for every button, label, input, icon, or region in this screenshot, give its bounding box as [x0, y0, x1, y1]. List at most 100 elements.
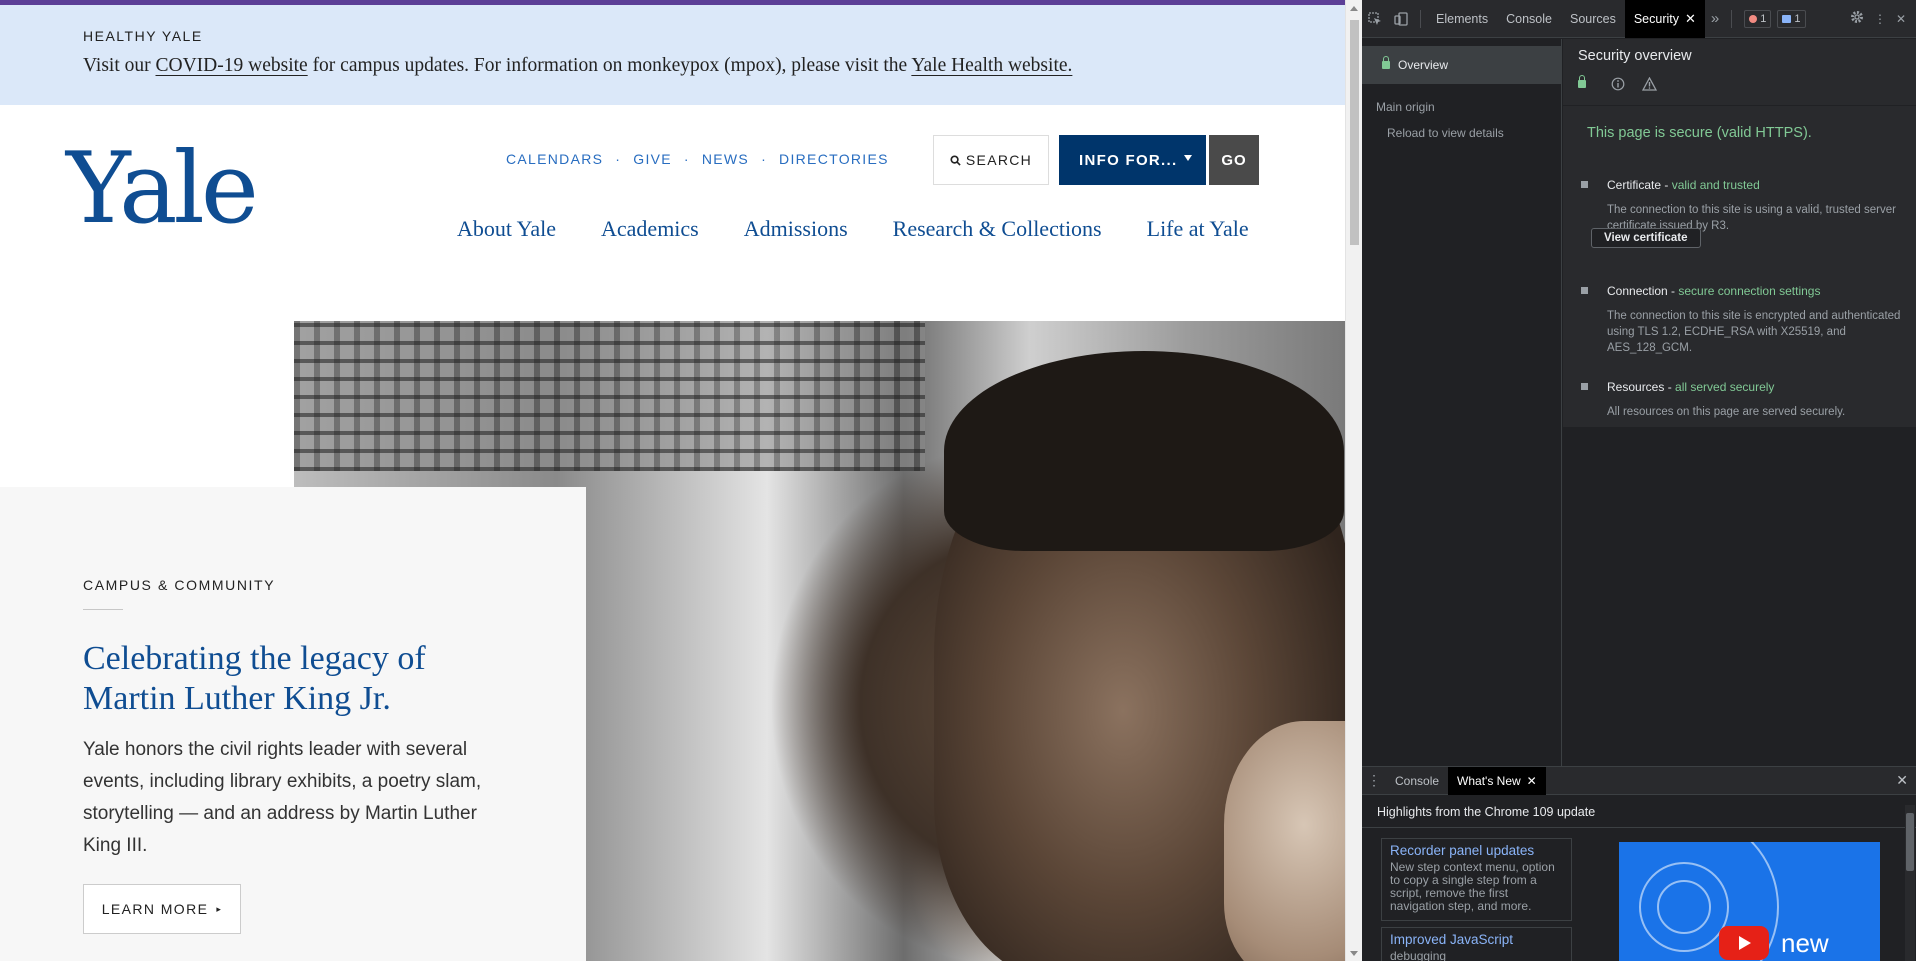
close-icon[interactable]: ✕: [1527, 774, 1537, 788]
overview-label: Overview: [1398, 58, 1449, 72]
feature-title[interactable]: Celebrating the legacy of Martin Luther …: [83, 639, 523, 719]
page-scrollbar[interactable]: [1345, 0, 1362, 961]
certificate-label: Certificate -: [1607, 178, 1672, 192]
youtube-play-icon[interactable]: [1719, 926, 1769, 960]
utility-calendars-link[interactable]: CALENDARS: [506, 151, 603, 167]
message-count: 1: [1794, 12, 1801, 25]
feature-card: CAMPUS & COMMUNITY Celebrating the legac…: [0, 487, 586, 961]
whats-new-headline: Highlights from the Chrome 109 update: [1377, 805, 1596, 819]
inspect-element-icon[interactable]: [1362, 0, 1388, 38]
nav-research-collections[interactable]: Research & Collections: [893, 216, 1102, 242]
hero-portrait-hand: [1224, 721, 1345, 961]
alert-text-middle: for campus updates. For information on m…: [307, 55, 912, 76]
drawer-tab-whats-new[interactable]: What's New ✕: [1448, 766, 1546, 795]
tab-console[interactable]: Console: [1497, 0, 1561, 38]
utility-nav: CALENDARS · GIVE · NEWS · DIRECTORIES: [506, 151, 889, 167]
certificate-heading: Certificate - valid and trusted: [1607, 178, 1911, 192]
connection-description: The connection to this site is encrypted…: [1607, 310, 1901, 354]
resources-section: Resources - all served securely All reso…: [1581, 380, 1911, 420]
device-toolbar-icon[interactable]: [1388, 0, 1414, 38]
more-tabs-icon[interactable]: »: [1705, 10, 1725, 27]
close-drawer-icon[interactable]: ✕: [1896, 772, 1916, 789]
nav-life-at-yale[interactable]: Life at Yale: [1147, 216, 1249, 242]
tab-security[interactable]: Security ✕: [1624, 0, 1705, 38]
error-count: 1: [1760, 12, 1767, 25]
utility-give-link[interactable]: GIVE: [633, 151, 672, 167]
security-header: Security overview: [1563, 39, 1916, 105]
toolbar-divider: [1731, 9, 1733, 28]
alert-banner: HEALTHY YALE Visit our COVID-19 website …: [0, 5, 1345, 105]
tab-sources[interactable]: Sources: [1561, 0, 1625, 38]
whats-new-card-title[interactable]: Improved JavaScript: [1390, 932, 1563, 947]
feature-body: Yale honors the civil rights leader with…: [83, 739, 482, 856]
scroll-up-icon[interactable]: [1350, 6, 1358, 11]
hero-ceiling-texture: [294, 321, 925, 471]
whats-new-card-desc: debugging: [1390, 949, 1447, 961]
main-origin-heading: Main origin: [1376, 100, 1435, 114]
search-button[interactable]: SEARCH: [933, 135, 1049, 185]
drawer-tabbar: ⋮ Console What's New ✕ ✕: [1362, 766, 1916, 795]
whats-new-card[interactable]: Recorder panel updates New step context …: [1381, 838, 1572, 921]
hero-portrait-hair: [944, 351, 1344, 551]
alert-text-start: Visit our: [83, 55, 156, 76]
tab-elements[interactable]: Elements: [1427, 0, 1497, 38]
close-devtools-icon[interactable]: ✕: [1896, 12, 1906, 26]
error-icon: [1749, 14, 1758, 23]
caret-down-icon: [1184, 155, 1192, 161]
whats-new-card-title[interactable]: Recorder panel updates: [1390, 843, 1563, 858]
triangle-right-icon: ▸: [216, 903, 223, 914]
utility-separator: ·: [761, 151, 768, 167]
error-count-badge[interactable]: 1: [1744, 9, 1772, 28]
close-icon[interactable]: ✕: [1685, 11, 1696, 27]
security-summary: This page is secure (valid HTTPS).: [1587, 125, 1812, 141]
lock-icon: [1578, 75, 1586, 88]
lock-icon: [1382, 56, 1390, 69]
search-button-label: SEARCH: [965, 152, 1033, 168]
search-icon: [950, 154, 961, 166]
status-square-icon: [1581, 181, 1588, 188]
kebab-menu-icon[interactable]: ⋮: [1874, 12, 1886, 26]
feature-divider: [83, 609, 123, 610]
connection-heading: Connection - secure connection settings: [1607, 284, 1911, 298]
devtools-tabbar: Elements Console Sources Security ✕ » 1 …: [1362, 0, 1916, 38]
utility-directories-link[interactable]: DIRECTORIES: [779, 151, 889, 167]
info-for-dropdown[interactable]: INFO FOR...: [1059, 135, 1206, 185]
yale-logo[interactable]: Yale: [66, 140, 259, 238]
status-square-icon: [1581, 383, 1588, 390]
nav-academics[interactable]: Academics: [601, 216, 699, 242]
toolbar-divider: [1420, 9, 1421, 28]
drawer-scrollbar[interactable]: [1905, 805, 1915, 961]
covid-website-link[interactable]: COVID-19 website: [156, 55, 308, 76]
scroll-down-icon[interactable]: [1350, 951, 1358, 956]
yale-health-link[interactable]: Yale Health website.: [911, 55, 1072, 76]
security-summary-panel: This page is secure (valid HTTPS). Certi…: [1563, 105, 1916, 427]
resources-label: Resources -: [1607, 380, 1676, 394]
whats-new-card[interactable]: Improved JavaScript debugging: [1381, 927, 1572, 961]
alert-text: Visit our COVID-19 website for campus up…: [83, 55, 1072, 77]
devtools-panel: Elements Console Sources Security ✕ » 1 …: [1362, 0, 1916, 961]
reload-hint: Reload to view details: [1387, 126, 1504, 140]
status-square-icon: [1581, 287, 1588, 294]
utility-separator: ·: [683, 151, 690, 167]
drawer-scrollbar-thumb[interactable]: [1906, 813, 1914, 871]
page-scrollbar-thumb[interactable]: [1350, 20, 1359, 245]
resources-description: All resources on this page are served se…: [1607, 406, 1846, 418]
utility-news-link[interactable]: NEWS: [702, 151, 749, 167]
video-caption: new: [1781, 928, 1829, 958]
learn-more-button[interactable]: LEARN MORE ▸: [83, 884, 241, 934]
whats-new-video-thumbnail[interactable]: new: [1619, 842, 1880, 961]
gear-icon[interactable]: [1850, 10, 1864, 27]
drawer-tab-whats-new-label: What's New: [1457, 773, 1521, 788]
nav-admissions[interactable]: Admissions: [744, 216, 848, 242]
drawer-tab-console[interactable]: Console: [1386, 767, 1448, 795]
resources-status: all served securely: [1675, 380, 1775, 394]
nav-about-yale[interactable]: About Yale: [457, 216, 556, 242]
sidebar-item-overview[interactable]: Overview: [1362, 46, 1561, 84]
security-title: Security overview: [1578, 48, 1692, 64]
webpage-viewport: HEALTHY YALE Visit our COVID-19 website …: [0, 0, 1345, 961]
message-count-badge[interactable]: 1: [1777, 9, 1806, 28]
drawer-menu-icon[interactable]: ⋮: [1362, 772, 1386, 789]
go-button[interactable]: GO: [1209, 135, 1259, 185]
view-certificate-button[interactable]: View certificate: [1591, 228, 1701, 248]
warning-icon: [1642, 77, 1657, 91]
